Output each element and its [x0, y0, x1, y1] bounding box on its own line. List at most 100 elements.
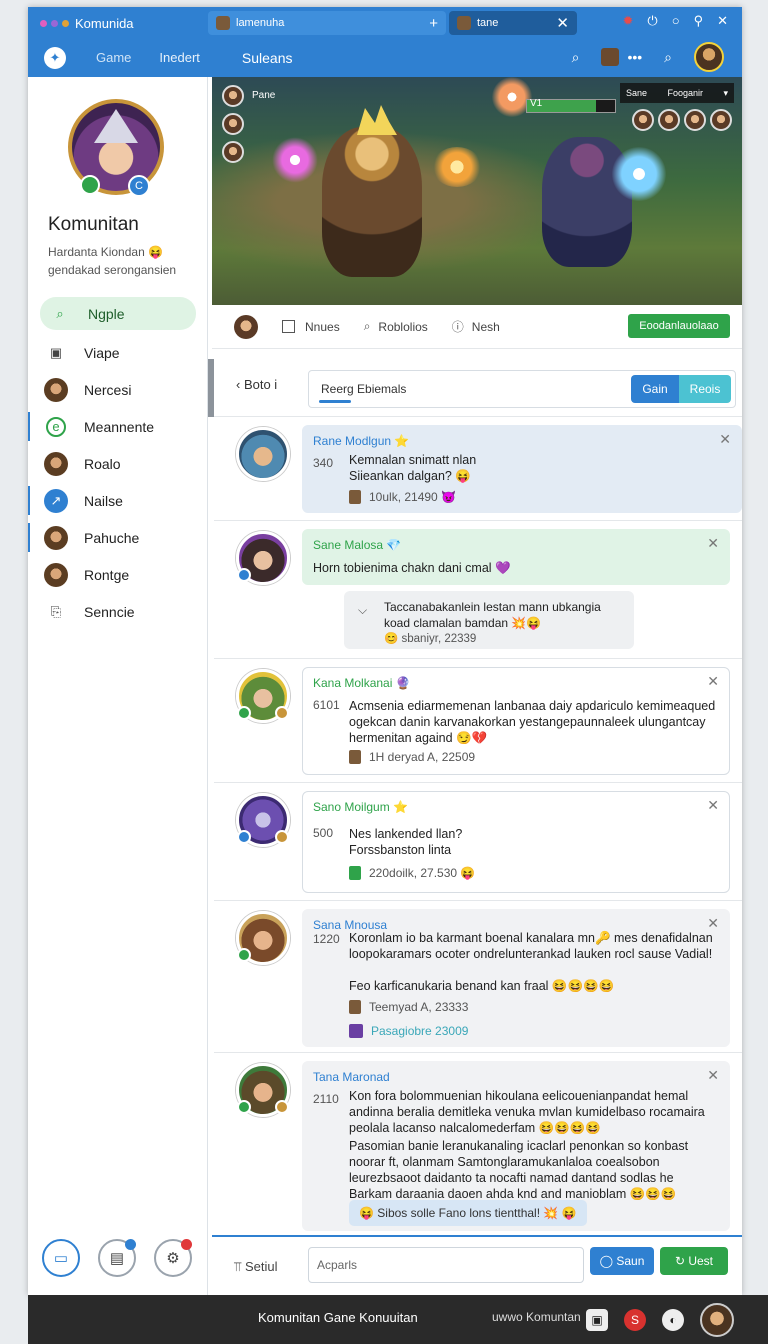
sidebar-item-viape[interactable]: ▣ Viape: [28, 334, 208, 371]
user-thumb-icon: [349, 490, 361, 504]
sidebar-item-label: Meannente: [84, 418, 155, 435]
primary-action-button[interactable]: Eoodanlauolaao: [628, 314, 730, 338]
search-icon[interactable]: ⌕: [664, 49, 672, 66]
player-avatar[interactable]: [632, 109, 654, 131]
search-input[interactable]: Reerg Ebiemals Gain Reois: [308, 370, 736, 408]
sidebar-item-nercesi[interactable]: Nercesi: [28, 371, 208, 408]
action-roblolios[interactable]: ⌕ Roblolios: [364, 319, 428, 334]
chat-button[interactable]: ▭: [42, 1239, 80, 1277]
player-avatar[interactable]: [222, 141, 244, 163]
sidebar-item-label: Pahuche: [84, 529, 140, 546]
segment-reois[interactable]: Reois: [679, 375, 731, 403]
plus-icon[interactable]: +: [429, 15, 438, 32]
dot-amber[interactable]: [62, 19, 69, 27]
post-card[interactable]: Sana Mnousa ✕ 1220 Koronlam io ba karman…: [302, 909, 730, 1047]
sidebar-item-rontge[interactable]: Rontge: [28, 556, 208, 593]
post-avatar[interactable]: [236, 427, 290, 481]
post-avatar[interactable]: [236, 1063, 290, 1117]
post-avatar[interactable]: [236, 911, 290, 965]
more-icon[interactable]: •••: [627, 49, 642, 65]
close-window-icon[interactable]: ✕: [717, 13, 728, 29]
profile-subtitle: Hardanta Kiondan 😝 gendakad serongansien: [48, 245, 177, 277]
post-card[interactable]: Kana Molkanai 🔮 ✕ 6101 Acmsenia ediarmem…: [302, 667, 730, 775]
game-banner[interactable]: Pane V1 Sane Fooganir ▾: [212, 77, 742, 305]
message-input[interactable]: Acparls: [308, 1247, 584, 1283]
close-icon[interactable]: ✕: [707, 673, 719, 690]
post-chip[interactable]: 😝 Sibos solle Fano lons tientthal! 💥 😝: [349, 1200, 587, 1226]
chevron-down-icon[interactable]: ▾: [723, 88, 728, 99]
reply-card[interactable]: ⌵ Taccanabakanlein lestan mann ubkangia …: [344, 591, 634, 649]
sidebar-item-nailse[interactable]: ↗ Nailse: [28, 482, 208, 519]
sidebar-item-roalo[interactable]: Roalo: [28, 445, 208, 482]
back-button[interactable]: ‹ Boto i: [236, 377, 277, 392]
tab-avatar: [457, 16, 471, 30]
share-icon: ↗: [44, 488, 68, 513]
close-icon[interactable]: ✕: [707, 1067, 719, 1084]
sidebar-item-ngple[interactable]: ⌕ Ngple: [40, 297, 196, 330]
post-avatar[interactable]: [236, 669, 290, 723]
logo-icon[interactable]: ✦: [44, 47, 66, 69]
window-icon[interactable]: ▣: [586, 1309, 608, 1331]
taskbar-url[interactable]: uwwo Komuntan: [492, 1310, 581, 1324]
post-card[interactable]: Sane Malosa 💎 ✕ Horn tobienima chakn dan…: [302, 529, 730, 585]
nav-tab-game[interactable]: Game: [82, 39, 145, 77]
avatar[interactable]: [234, 314, 258, 339]
post-text: Kemnalan snimatt nlan Siieankan dalgan? …: [349, 453, 477, 483]
dot-pink[interactable]: [40, 19, 47, 27]
post-card[interactable]: Rane Modlgun ⭐ ✕ 340 Kemnalan snimatt nl…: [302, 425, 742, 513]
tab-first[interactable]: lamenuha +: [208, 11, 446, 35]
post-link[interactable]: Pasagiobre 23009: [349, 1024, 468, 1038]
close-icon[interactable]: ✕: [719, 431, 731, 448]
game-icon[interactable]: S: [624, 1309, 646, 1331]
avatar[interactable]: [700, 1303, 734, 1337]
player-avatar[interactable]: [710, 109, 732, 131]
settings-button[interactable]: ⚙: [154, 1239, 192, 1277]
post-author[interactable]: Sane Malosa 💎: [313, 538, 401, 552]
gear-icon[interactable]: ✹: [623, 13, 634, 29]
player-avatar[interactable]: [222, 85, 244, 107]
post-author[interactable]: Kana Molkanai 🔮: [313, 676, 411, 690]
match-info-box[interactable]: Sane Fooganir ▾: [620, 83, 734, 103]
action-nnues[interactable]: Nnues: [282, 320, 340, 334]
post-author[interactable]: Sano Moilgum ⭐: [313, 800, 408, 814]
player-avatar[interactable]: [222, 113, 244, 135]
post-card[interactable]: Sano Moilgum ⭐ ✕ 500 Nes lankended llan?…: [302, 791, 730, 893]
sidebar-item-meannente[interactable]: e Meannente: [28, 408, 208, 445]
tab-second[interactable]: tane ✕: [449, 11, 577, 35]
sidebar-item-pahuche[interactable]: Pahuche: [28, 519, 208, 556]
user-thumb[interactable]: [601, 48, 620, 66]
reply-text: Taccanabakanlein lestan mann ubkangia ko…: [384, 600, 601, 630]
location-icon[interactable]: ⚲: [694, 13, 704, 29]
post-avatar[interactable]: [236, 531, 290, 585]
segment-gain[interactable]: Gain: [631, 375, 679, 403]
post-card[interactable]: Tana Maronad ✕ 2110 Kon fora bolommuenia…: [302, 1061, 730, 1231]
player-avatar[interactable]: [684, 109, 706, 131]
close-icon[interactable]: ✕: [707, 535, 719, 552]
title-bar: Komunida lamenuha + tane ✕ ✹ ⏻ ○ ⚲ ✕: [28, 7, 742, 39]
camera-icon[interactable]: ◐: [662, 1309, 684, 1331]
action-nesh[interactable]: ⓘ Nesh: [452, 318, 500, 335]
search-icon: ⌕: [56, 305, 64, 321]
post-author[interactable]: Tana Maronad: [313, 1070, 390, 1084]
post-author[interactable]: Rane Modlgun ⭐: [313, 434, 409, 448]
close-icon[interactable]: ✕: [707, 797, 719, 814]
sidebar-item-senncie[interactable]: ⎘ Senncie: [28, 593, 208, 630]
hero-hair: [357, 105, 397, 135]
search-icon[interactable]: ⌕: [572, 49, 580, 66]
action-bar: Nnues ⌕ Roblolios ⓘ Nesh Eoodanlauolaao: [212, 305, 742, 349]
close-icon[interactable]: ✕: [556, 14, 569, 32]
player-avatar[interactable]: [658, 109, 680, 131]
post-text-2: Pasomian banie leranukanaling icaclarl p…: [349, 1139, 689, 1201]
inbox-button[interactable]: ▤: [98, 1239, 136, 1277]
power-icon[interactable]: ⏻: [647, 13, 657, 29]
avatar[interactable]: [694, 42, 724, 72]
user-button[interactable]: ↻ Uest: [660, 1247, 728, 1275]
gear-icon: ⚙: [166, 1250, 180, 1267]
status-dot: [237, 706, 251, 720]
post-avatar[interactable]: [236, 793, 290, 847]
nav-tab-inedert[interactable]: Inedert: [145, 39, 213, 77]
ring-icon[interactable]: ○: [672, 13, 680, 29]
dot-purple[interactable]: [51, 19, 58, 27]
send-button[interactable]: ◯ Saun: [590, 1247, 654, 1275]
sidebar-bottom-actions: ▭ ▤ ⚙: [42, 1239, 192, 1277]
